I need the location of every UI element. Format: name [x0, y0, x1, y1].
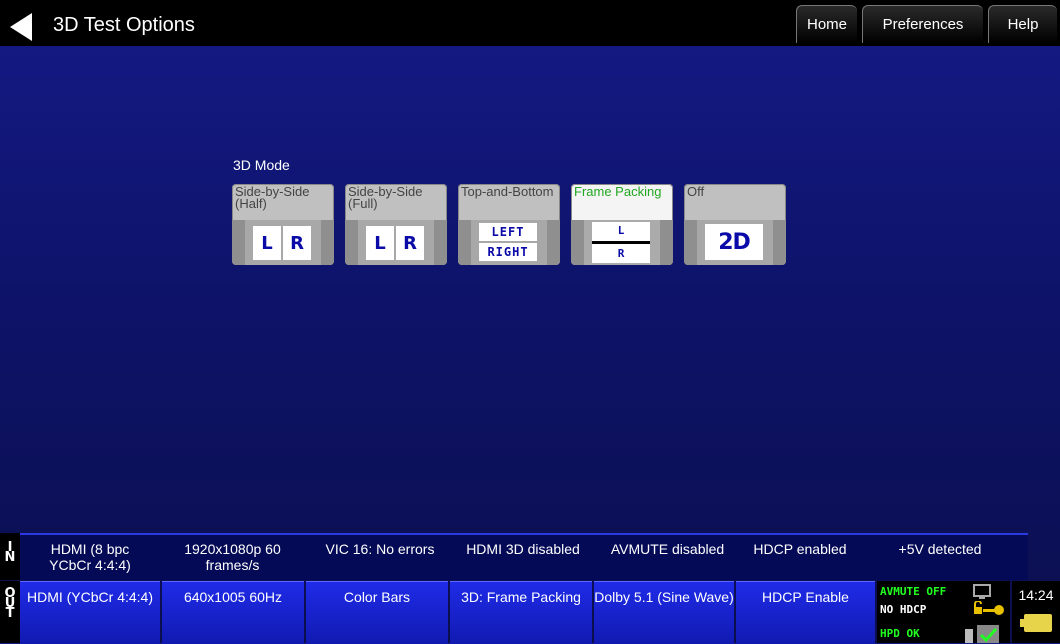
mode-icon-panel: LEFT RIGHT: [458, 220, 560, 265]
3d-mode-label: 3D Mode: [233, 157, 290, 173]
top-bar: 3D Test Options Home Preferences Help: [0, 0, 1060, 46]
out-label: OUT: [0, 581, 20, 643]
mode-top-and-bottom-button[interactable]: Top-and-Bottom LEFT RIGHT: [458, 184, 560, 265]
output-controls-row: HDMI (YCbCr 4:4:4) 640x1005 60Hz Color B…: [20, 581, 875, 644]
clock: 14:24: [1012, 581, 1060, 643]
2d-icon: 2D: [705, 224, 763, 260]
right-glyph: R: [617, 247, 625, 260]
avmute-status: AVMUTE OFF: [880, 585, 947, 598]
output-hdcp-label: HDCP Enable: [762, 589, 849, 605]
output-format-button[interactable]: HDMI (YCbCr 4:4:4): [20, 581, 160, 644]
hpd-status: HPD OK: [880, 627, 920, 640]
mode-icon-panel: L R: [232, 220, 334, 265]
output-resolution-label: 640x1005 60Hz: [183, 589, 283, 605]
in-label: IN: [0, 533, 20, 580]
help-button[interactable]: Help: [988, 5, 1057, 43]
clock-time: 14:24: [1018, 587, 1054, 603]
mode-icon-panel: L R: [571, 220, 673, 265]
frame-divider: [592, 241, 650, 244]
mode-option-label: Top-and-Bottom: [461, 184, 554, 199]
hpd-check-icon: [965, 625, 999, 643]
input-vic-status: VIC 16: No errors: [325, 541, 435, 557]
output-hdcp-button[interactable]: HDCP Enable: [736, 581, 875, 644]
monitor-icon: [973, 584, 991, 599]
input-avmute-status: AVMUTE disabled: [610, 541, 725, 557]
output-resolution-button[interactable]: 640x1005 60Hz: [162, 581, 304, 644]
output-3d-button[interactable]: 3D: Frame Packing: [450, 581, 592, 644]
output-audio-button[interactable]: Dolby 5.1 (Sine Wave): [594, 581, 734, 644]
output-status-panel: AVMUTE OFF NO HDCP HPD OK: [877, 581, 1010, 643]
mode-icon-panel: 2D: [684, 220, 786, 265]
lr-icon: L R: [253, 226, 311, 260]
left-glyph: LEFT: [479, 223, 537, 241]
mode-side-by-side-full-button[interactable]: Side-by-Side (Full) L R: [345, 184, 447, 265]
left-glyph: L: [366, 226, 394, 260]
mode-icon-panel: L R: [345, 220, 447, 265]
home-button[interactable]: Home: [796, 5, 857, 43]
mode-off-button[interactable]: Off 2D: [684, 184, 786, 265]
right-glyph: R: [283, 226, 311, 260]
left-glyph: L: [617, 224, 625, 237]
input-5v-status: +5V detected: [898, 541, 982, 557]
input-resolution-status: 1920x1080p 60 frames/s: [184, 541, 281, 573]
battery-icon: [1020, 614, 1052, 632]
output-audio-label: Dolby 5.1 (Sine Wave): [594, 589, 734, 605]
frame-packing-icon: L R: [592, 222, 650, 263]
key-lock-icon: [974, 601, 1004, 615]
left-glyph: L: [253, 226, 281, 260]
input-hdcp-status: HDCP enabled: [753, 541, 847, 557]
top-bottom-icon: LEFT RIGHT: [479, 223, 537, 261]
right-glyph: RIGHT: [479, 243, 537, 261]
input-status-row: HDMI (8 bpc YCbCr 4:4:4) 1920x1080p 60 f…: [20, 533, 1028, 580]
page-title: 3D Test Options: [53, 14, 195, 36]
lr-icon: L R: [366, 226, 424, 260]
input-format-status: HDMI (8 bpc YCbCr 4:4:4): [49, 541, 131, 573]
mode-option-label: Side-by-Side (Full): [348, 184, 423, 211]
mode-option-label: Off: [687, 184, 705, 199]
mode-option-label: Frame Packing: [574, 184, 662, 199]
output-3d-label: 3D: Frame Packing: [461, 589, 581, 605]
mode-option-label: Side-by-Side (Half): [235, 184, 310, 211]
output-pattern-label: Color Bars: [343, 589, 411, 605]
mode-side-by-side-half-button[interactable]: Side-by-Side (Half) L R: [232, 184, 334, 265]
right-glyph: R: [396, 226, 424, 260]
preferences-button[interactable]: Preferences: [862, 5, 983, 43]
output-format-label: HDMI (YCbCr 4:4:4): [26, 589, 154, 605]
back-arrow-icon[interactable]: [10, 13, 32, 41]
output-pattern-button[interactable]: Color Bars: [306, 581, 448, 644]
mode-frame-packing-button[interactable]: Frame Packing L R: [571, 184, 673, 265]
hdcp-status: NO HDCP: [880, 603, 927, 616]
input-3d-status: HDMI 3D disabled: [466, 541, 580, 557]
